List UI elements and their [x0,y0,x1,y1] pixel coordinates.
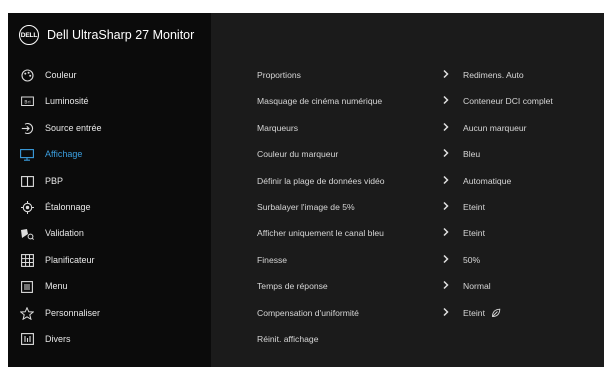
setting-label: Afficher uniquement le canal bleu [257,228,384,239]
settings-panel: Proportions Redimens. Auto Masquage de c… [211,13,604,367]
chevron-right-icon [442,175,450,185]
setting-row-proportions[interactable]: Proportions Redimens. Auto [211,62,604,88]
sidebar-item-etalonnage[interactable]: Étalonnage [8,194,211,220]
svg-text:Bri: Bri [24,100,30,106]
scheduler-icon [20,253,34,267]
setting-value: Normal [463,281,491,292]
setting-row-couleur-marqueur[interactable]: Couleur du marqueur Bleu [211,141,604,167]
setting-value: Automatique [463,175,512,186]
sidebar-item-menu[interactable]: Menu [8,273,211,299]
setting-row-masquage-cinema[interactable]: Masquage de cinéma numérique Conteneur D… [211,88,604,114]
setting-row-surbalayer[interactable]: Surbalayer l'image de 5% Eteint [211,194,604,220]
sidebar-item-label: Personnaliser [45,307,101,318]
osd-header: DELL Dell UltraSharp 27 Monitor [8,13,211,58]
setting-row-plage-donnees-video[interactable]: Définir la plage de données vidéo Automa… [211,168,604,194]
calibration-icon [20,200,34,214]
color-palette-icon [20,69,34,82]
setting-row-marqueurs[interactable]: Marqueurs Aucun marqueur [211,115,604,141]
settings-list: Proportions Redimens. Auto Masquage de c… [211,62,604,352]
setting-value: Eteint [463,228,485,239]
others-icon [20,333,34,346]
setting-value: Eteint [463,201,485,212]
pbp-icon [20,175,34,188]
setting-label: Réinit. affichage [257,333,319,344]
menu-icon [20,280,34,293]
sidebar-item-pbp[interactable]: PBP [8,168,211,194]
sidebar-item-label: Affichage [45,149,83,160]
sidebar-item-luminosite[interactable]: Bri Luminosité [8,88,211,114]
sidebar-item-divers[interactable]: Divers [8,326,211,352]
sidebar: DELL Dell UltraSharp 27 Monitor Couleur … [8,13,211,367]
sidebar-item-label: Divers [45,333,71,344]
setting-label: Couleur du marqueur [257,149,339,160]
setting-value: Conteneur DCI complet [463,96,553,107]
setting-label: Masquage de cinéma numérique [257,96,383,107]
validation-icon [20,227,34,240]
chevron-right-icon [442,148,450,158]
dell-logo: DELL [19,25,39,45]
setting-row-canal-bleu[interactable]: Afficher uniquement le canal bleu Eteint [211,220,604,246]
chevron-right-icon [442,201,450,211]
setting-value: Eteint [463,308,501,318]
setting-row-finesse[interactable]: Finesse 50% [211,247,604,273]
chevron-right-icon [442,69,450,79]
sidebar-item-label: Luminosité [45,96,89,107]
chevron-right-icon [442,227,450,237]
sidebar-item-validation[interactable]: Validation [8,220,211,246]
energy-leaf-icon [491,308,501,318]
setting-value: 50% [463,254,481,265]
input-source-icon [20,122,34,135]
sidebar-item-label: Validation [45,228,84,239]
setting-label: Finesse [257,254,288,265]
setting-label: Définir la plage de données vidéo [257,175,385,186]
display-icon [20,148,34,161]
setting-value: Redimens. Auto [463,70,524,80]
sidebar-item-label: Planificateur [45,254,95,265]
setting-row-reinit-affichage[interactable]: Réinit. affichage [211,326,604,352]
setting-label: Proportions [257,70,301,80]
setting-label: Marqueurs [257,122,299,133]
setting-row-temps-reponse[interactable]: Temps de réponse Normal [211,273,604,299]
sidebar-item-personnaliser[interactable]: Personnaliser [8,300,211,326]
sidebar-item-label: Couleur [45,70,77,80]
sidebar-item-affichage[interactable]: Affichage [8,141,211,167]
setting-row-compensation-uniformite[interactable]: Compensation d'uniformité Eteint [211,300,604,326]
star-icon [20,306,34,320]
setting-value: Aucun marqueur [463,122,527,133]
chevron-right-icon [442,122,450,132]
sidebar-item-label: Étalonnage [45,201,91,212]
setting-label: Compensation d'uniformité [257,307,359,318]
sidebar-menu: Couleur Bri Luminosité Source entrée Aff… [8,62,211,352]
monitor-osd: DELL Dell UltraSharp 27 Monitor Couleur … [8,13,604,367]
setting-label: Surbalayer l'image de 5% [257,201,355,212]
sidebar-item-label: Source entrée [45,122,102,133]
brightness-icon: Bri [20,95,34,108]
sidebar-item-source-entree[interactable]: Source entrée [8,115,211,141]
monitor-title: Dell UltraSharp 27 Monitor [47,28,195,42]
chevron-right-icon [442,95,450,105]
setting-value: Bleu [463,149,481,160]
chevron-right-icon [442,280,450,290]
setting-value-text: Eteint [463,307,485,318]
sidebar-item-planificateur[interactable]: Planificateur [8,247,211,273]
chevron-right-icon [442,307,450,317]
sidebar-item-couleur[interactable]: Couleur [8,62,211,88]
sidebar-item-label: Menu [45,281,68,292]
sidebar-item-label: PBP [45,175,64,186]
chevron-right-icon [442,254,450,264]
setting-label: Temps de réponse [257,281,328,292]
